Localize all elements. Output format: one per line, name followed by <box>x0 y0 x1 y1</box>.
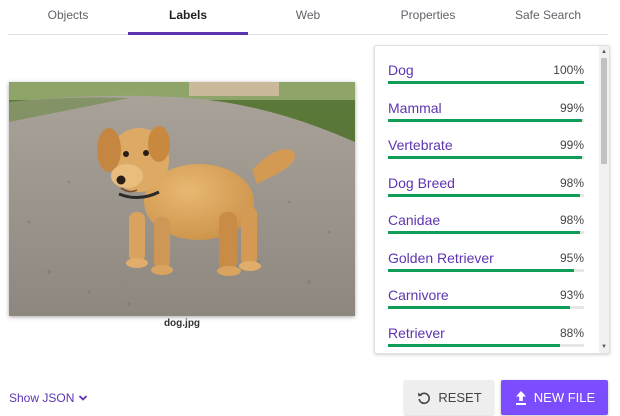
label-row: Dog 100% <box>388 46 584 84</box>
show-json-toggle[interactable]: Show JSON <box>9 391 89 405</box>
dog-photo <box>9 82 355 316</box>
label-row: Mammal 99% <box>388 84 584 122</box>
label-row: Vertebrate 99% <box>388 121 584 159</box>
reset-button[interactable]: RESET <box>404 380 494 415</box>
scroll-down-icon[interactable]: ▼ <box>599 342 609 352</box>
tab-objects[interactable]: Objects <box>8 0 128 34</box>
label-score: 100% <box>553 63 584 77</box>
tab-bar: Objects Labels Web Properties Safe Searc… <box>8 0 608 35</box>
show-json-label: Show JSON <box>9 391 75 405</box>
tab-safe-search[interactable]: Safe Search <box>488 0 608 34</box>
label-score: 88% <box>559 325 584 340</box>
scrollbar-thumb[interactable] <box>601 58 607 164</box>
dog-photo-illustration <box>9 82 355 316</box>
tab-labels[interactable]: Labels <box>128 0 248 35</box>
labels-panel: Dog 100% Mammal 99% Vertebrate 99% Dog B… <box>374 45 610 354</box>
reset-icon <box>418 392 431 404</box>
tab-web[interactable]: Web <box>248 0 368 34</box>
chevron-down-icon <box>79 395 88 401</box>
label-row: Golden Retriever 95% <box>388 234 584 272</box>
image-filename: dog.jpg <box>163 318 201 329</box>
label-score: 95% <box>559 250 584 265</box>
label-name: Canidae <box>388 212 441 228</box>
label-score: 98% <box>559 213 584 227</box>
panel-scrollbar[interactable]: ▲ ▼ <box>599 46 609 353</box>
label-score: 98% <box>559 175 584 190</box>
score-bar-fill <box>388 343 561 347</box>
label-row: Retriever 88% <box>388 309 584 347</box>
label-row: Canidae 98% <box>388 196 584 234</box>
label-row: Carnivore 93% <box>388 271 584 309</box>
label-name: Vertebrate <box>388 137 453 153</box>
label-score: 93% <box>559 288 584 302</box>
label-name: Carnivore <box>388 287 449 303</box>
label-list: Dog 100% Mammal 99% Vertebrate 99% Dog B… <box>388 46 584 347</box>
label-name: Mammal <box>388 99 442 116</box>
score-bar <box>388 343 584 347</box>
reset-label: RESET <box>438 390 482 405</box>
new-file-button[interactable]: NEW FILE <box>501 380 608 415</box>
label-score: 99% <box>559 138 584 152</box>
label-name: Dog <box>388 62 414 78</box>
tab-properties[interactable]: Properties <box>368 0 488 34</box>
label-name: Retriever <box>388 324 445 341</box>
label-name: Dog Breed <box>388 174 455 191</box>
scroll-up-icon[interactable]: ▲ <box>599 47 609 57</box>
upload-icon <box>515 390 526 405</box>
label-row: Dog Breed 98% <box>388 159 584 197</box>
label-score: 99% <box>559 100 584 115</box>
label-name: Golden Retriever <box>388 249 494 266</box>
new-file-label: NEW FILE <box>533 390 596 405</box>
